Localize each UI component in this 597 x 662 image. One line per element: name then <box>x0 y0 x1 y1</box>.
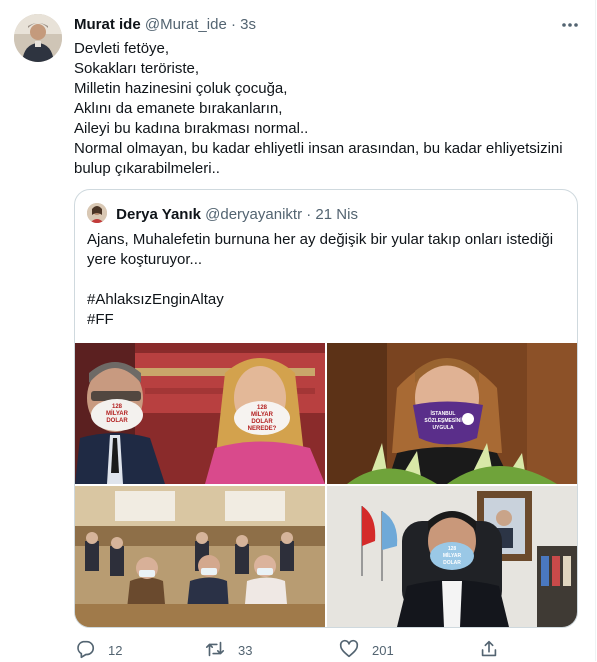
tweet-text-line: Aklını da emanete bırakanların, <box>74 100 283 117</box>
quoted-tweet-text: Ajans, Muhalefetin burnuna her ay değişi… <box>87 230 567 330</box>
tweet-text-line: Sokakları teröriste, <box>74 60 200 77</box>
tweet-text: Devleti fetöye, Sokakları teröriste, Mil… <box>74 39 579 179</box>
like-count: 201 <box>372 643 394 658</box>
hashtag-link[interactable]: #FF <box>87 310 567 330</box>
header-separator: · <box>230 16 236 33</box>
like-button[interactable]: 201 <box>338 638 394 660</box>
author-avatar[interactable] <box>14 14 62 62</box>
photo-2[interactable]: İSTANBUL SÖZLEŞMESİNİ UYGULA <box>327 343 577 484</box>
more-dots-icon[interactable] <box>559 15 581 35</box>
tweet-container: Murat ide @Murat_ide · 3s Devleti fetöye… <box>0 0 596 661</box>
reply-icon <box>77 640 95 659</box>
tweet-text-line: Milletin hazinesini çoluk çocuğa, <box>74 80 288 97</box>
reply-button[interactable]: 12 <box>74 638 122 660</box>
retweet-button[interactable]: 33 <box>204 638 252 660</box>
mask-text: DOLAR <box>251 419 273 425</box>
share-icon <box>481 640 497 657</box>
photo-3[interactable] <box>75 486 325 627</box>
tweet-header: Murat ide @Murat_ide · 3s <box>74 15 256 35</box>
quoted-tweet-time[interactable]: 21 Nis <box>315 206 358 223</box>
mask-text: DOLAR <box>106 418 128 424</box>
hashtag-link[interactable]: #AhlaksızEnginAltay <box>87 290 567 310</box>
quoted-author-name[interactable]: Derya Yanık <box>116 206 201 223</box>
retweet-icon <box>205 641 225 657</box>
mask-text: SÖZLEŞMESİNİ <box>424 417 462 424</box>
tweet-text-line: Devleti fetöye, <box>74 40 170 57</box>
quoted-text-line: yere koşturuyor... <box>87 251 203 268</box>
mask-text: 128 <box>448 546 457 552</box>
mask-text: MİLYAR <box>106 410 129 417</box>
tweet-text-line: Normal olmayan, bu kadar ehliyetli insan… <box>74 140 563 157</box>
tweet-time[interactable]: 3s <box>240 16 256 33</box>
quoted-author-handle[interactable]: @deryayaniktr <box>205 206 302 223</box>
photo-grid: 128 MİLYAR DOLAR 128 MİLYAR DOLAR NEREDE… <box>75 343 577 627</box>
mask-text: 128 <box>257 405 268 411</box>
quoted-author-avatar <box>87 203 107 223</box>
mask-text: İSTANBUL <box>431 410 456 417</box>
quoted-header-separator: · <box>306 206 312 223</box>
photo-1[interactable]: 128 MİLYAR DOLAR 128 MİLYAR DOLAR NEREDE… <box>75 343 325 484</box>
tweet-actions: 12 33 201 <box>74 638 579 662</box>
share-button[interactable] <box>478 638 512 660</box>
tweet-text-line: bulup çıkarabilmeleri.. <box>74 160 220 177</box>
retweet-count: 33 <box>238 643 253 658</box>
tweet-text-line: Aileyi bu kadına bırakması normal.. <box>74 120 309 137</box>
mask-text: MİLYAR <box>443 552 462 559</box>
photo-4[interactable]: 128 MİLYAR DOLAR <box>327 486 577 627</box>
mask-text: NEREDE? <box>248 426 277 432</box>
heart-icon <box>339 639 359 658</box>
mask-text: UYGULA <box>432 425 454 431</box>
mask-text: MİLYAR <box>251 411 274 418</box>
quoted-text-line <box>87 270 567 290</box>
mask-text: DOLAR <box>443 560 461 566</box>
quoted-text-line: Ajans, Muhalefetin burnuna her ay değişi… <box>87 231 554 248</box>
author-name[interactable]: Murat ide <box>74 16 141 33</box>
quoted-tweet[interactable]: Derya Yanık @deryayaniktr · 21 Nis Ajans… <box>74 189 578 628</box>
reply-count: 12 <box>108 643 123 658</box>
quoted-tweet-header: Derya Yanık @deryayaniktr · 21 Nis <box>87 203 358 225</box>
author-handle[interactable]: @Murat_ide <box>145 16 227 33</box>
mask-text: 128 <box>112 404 123 410</box>
